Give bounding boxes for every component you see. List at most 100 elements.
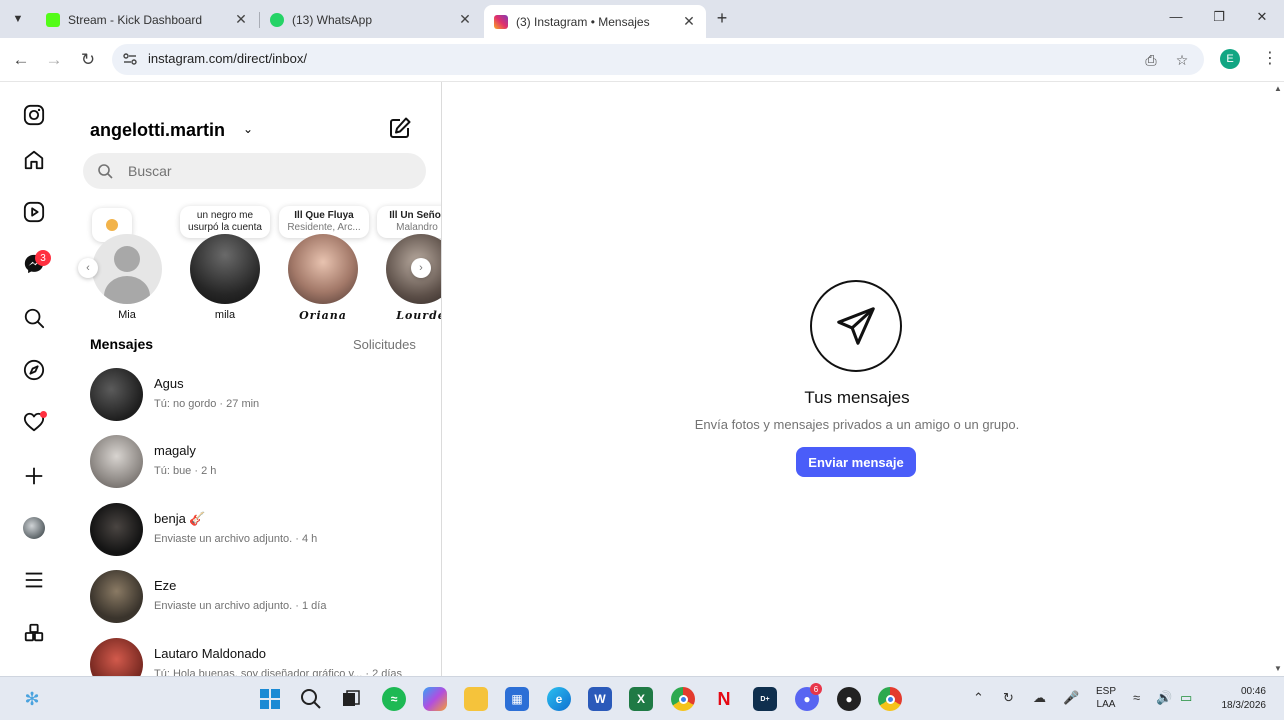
back-arrow-icon[interactable]: ← (10, 49, 32, 71)
restore-icon[interactable]: ❐ (1209, 9, 1229, 25)
create-icon[interactable] (22, 464, 46, 488)
story-name: 𝑳𝒐𝒖𝒓𝒅𝒆 (396, 309, 442, 322)
spotify-icon[interactable]: ≈ (382, 687, 406, 711)
windows-taskbar: ✻ ≈ ▦ e W X N D+ ● 6 ● ⌃ ↻ ☁ 🎤 ESP LAA ≈… (0, 676, 1284, 720)
address-bar[interactable]: instagram.com/direct/inbox/ ⎙ ☆ (112, 44, 1204, 75)
search-icon[interactable] (299, 687, 323, 711)
microphone-icon[interactable]: 🎤 (1063, 690, 1079, 706)
copilot-app-icon[interactable] (423, 687, 447, 711)
conversation-name: magaly (154, 443, 196, 458)
minimize-icon[interactable]: — (1166, 9, 1186, 24)
story-item[interactable]: Mia (91, 234, 163, 321)
account-username[interactable]: angelotti.martin (90, 120, 225, 141)
home-icon[interactable] (22, 148, 46, 172)
word-icon[interactable]: W (588, 687, 612, 711)
scroll-down-arrow-icon[interactable]: ▼ (1274, 664, 1282, 673)
note-song-artist: Residente, Arc... (287, 222, 361, 233)
url-text[interactable]: instagram.com/direct/inbox/ (148, 51, 307, 66)
conversation-preview: Enviaste un archivo adjunto. · 4 h (154, 533, 318, 545)
search-input[interactable]: Buscar (83, 153, 426, 189)
tab-whatsapp[interactable]: (13) WhatsApp ✕ (260, 5, 482, 34)
browser-toolbar: ← → ↻ instagram.com/direct/inbox/ ⎙ ☆ E … (0, 38, 1284, 82)
story-item[interactable]: 𝑶𝒓𝒊𝒂𝒏𝒂 (287, 234, 359, 322)
copilot-icon[interactable]: ✻ (20, 687, 44, 711)
site-settings-icon[interactable] (122, 51, 138, 67)
reload-icon[interactable]: ↻ (77, 49, 99, 71)
avatar (90, 368, 143, 421)
send-message-button[interactable]: Enviar mensaje (796, 447, 916, 477)
close-tab-icon[interactable]: ✕ (458, 11, 472, 28)
netflix-icon[interactable]: N (712, 687, 736, 711)
story-name: Mia (118, 309, 136, 321)
tab-kick-dashboard[interactable]: Stream - Kick Dashboard ✕ (36, 5, 258, 34)
whatsapp-icon (270, 12, 284, 27)
forward-arrow-icon[interactable]: → (43, 49, 65, 71)
note-song-title: Ill Que Fluya (294, 210, 354, 221)
menu-icon[interactable] (22, 568, 46, 592)
sync-icon[interactable]: ↻ (1003, 690, 1014, 706)
chevron-left-icon[interactable]: ‹ (78, 258, 98, 278)
cloud-icon[interactable]: ☁ (1033, 690, 1046, 706)
volume-icon[interactable]: 🔊 (1156, 690, 1172, 706)
chrome-icon[interactable] (671, 687, 695, 711)
conversation-name: Lautaro Maldonado (154, 646, 267, 661)
instagram-icon[interactable] (22, 103, 46, 127)
tab-search-chevron-icon[interactable]: ▼ (8, 9, 28, 29)
new-tab-button[interactable]: + (712, 8, 732, 29)
conversation-item[interactable]: Lautaro Maldonado Tú: Hola buenas, soy d… (90, 638, 430, 676)
avatar (90, 503, 143, 556)
bookmark-star-icon[interactable]: ☆ (1173, 51, 1191, 69)
tab-instagram-mensajes[interactable]: (3) Instagram • Mensajes ✕ (484, 5, 706, 38)
search-icon[interactable] (22, 306, 46, 330)
wifi-icon[interactable]: ≈ (1133, 690, 1140, 705)
story-name: mila (214, 309, 236, 321)
explore-icon[interactable] (22, 358, 46, 382)
close-window-icon[interactable]: ✕ (1252, 9, 1272, 25)
avatar (90, 570, 143, 623)
story-name: 𝑶𝒓𝒊𝒂𝒏𝒂 (299, 309, 347, 322)
browser-profile-avatar[interactable]: E (1220, 49, 1240, 69)
conversation-preview: Tú: Hola buenas, soy diseñador gráfico y… (154, 668, 403, 676)
battery-icon[interactable]: ▭ (1180, 690, 1192, 706)
messages-heading: Mensajes (90, 336, 154, 352)
notification-dot (40, 411, 47, 418)
close-tab-icon[interactable]: ✕ (234, 11, 248, 28)
conversation-item[interactable]: magaly Tú: bue · 2 h (90, 435, 430, 491)
install-app-icon[interactable]: ⎙ (1142, 51, 1160, 69)
direct-messages-panel: angelotti.martin ⌄ Buscar un negro me us… (70, 82, 442, 676)
page-scrollbar[interactable]: ▲ ▼ (1272, 82, 1284, 676)
start-icon[interactable] (258, 687, 282, 711)
task-view-icon[interactable] (339, 687, 363, 711)
obs-icon[interactable]: ● (837, 687, 861, 711)
edge-icon[interactable]: e (547, 687, 571, 711)
chevron-down-icon[interactable]: ⌄ (243, 122, 253, 136)
tab-title: Stream - Kick Dashboard (68, 12, 203, 27)
conversation-preview: Tú: bue · 2 h (154, 465, 217, 477)
chrome-profile-icon[interactable] (878, 687, 902, 711)
scroll-up-arrow-icon[interactable]: ▲ (1274, 84, 1282, 93)
excel-icon[interactable]: X (629, 687, 653, 711)
chevron-up-icon[interactable]: ⌃ (973, 690, 984, 706)
conversation-preview: Tú: no gordo · 27 min (154, 398, 260, 410)
chevron-right-icon[interactable]: › (411, 258, 431, 278)
close-tab-icon[interactable]: ✕ (682, 13, 696, 30)
file-explorer-icon[interactable] (464, 687, 488, 711)
store-icon[interactable]: ▦ (505, 687, 529, 711)
compose-message-icon[interactable] (388, 116, 412, 140)
reels-icon[interactable] (22, 200, 46, 224)
conversation-item[interactable]: Agus Tú: no gordo · 27 min (90, 368, 430, 424)
profile-avatar[interactable] (22, 516, 46, 540)
disney-icon[interactable]: D+ (753, 687, 777, 711)
language-indicator[interactable]: ESP LAA (1096, 685, 1116, 711)
story-item[interactable]: 𝑳𝒐𝒖𝒓𝒅𝒆 (385, 234, 442, 322)
conversation-item[interactable]: benja 🎸 Enviaste un archivo adjunto. · 4… (90, 503, 430, 559)
requests-link[interactable]: Solicitudes (353, 337, 416, 352)
keyboard-layout: LAA (1096, 699, 1116, 710)
clock[interactable]: 00:46 18/3/2026 (1208, 685, 1267, 713)
browser-menu-icon[interactable]: ⋮ (1262, 48, 1278, 68)
avatar (288, 234, 358, 304)
more-apps-icon[interactable] (22, 621, 46, 645)
conversation-item[interactable]: Eze Enviaste un archivo adjunto. · 1 día (90, 570, 430, 626)
note-song-title: Ill Un Señor (389, 210, 442, 221)
story-item[interactable]: mila (189, 234, 261, 321)
